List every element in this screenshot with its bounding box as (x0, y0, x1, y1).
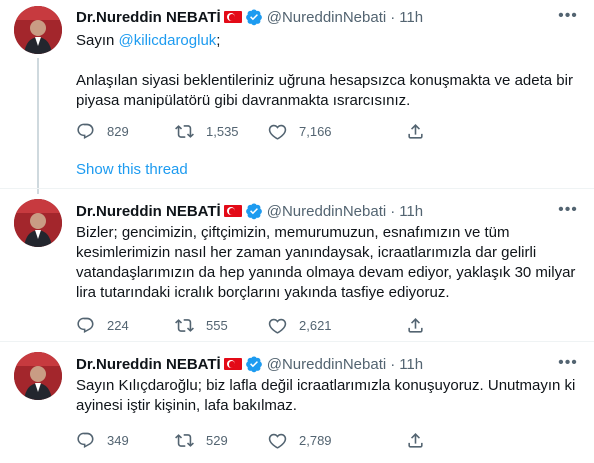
reply-button[interactable]: 829 (76, 122, 129, 141)
show-thread-link[interactable]: Show this thread (76, 161, 188, 178)
share-button[interactable] (406, 431, 425, 450)
separator-dot: · (390, 202, 396, 220)
timestamp[interactable]: 11h (399, 203, 423, 220)
more-icon[interactable]: ••• (558, 202, 578, 224)
retweet-count: 1,535 (206, 123, 239, 139)
retweet-button[interactable]: 1,535 (175, 122, 239, 141)
retweet-icon (175, 433, 194, 447)
tweet-text: Sayın Kılıçdaroğlu; biz lafla değil icra… (76, 377, 576, 414)
like-button[interactable]: 2,621 (268, 316, 332, 335)
share-icon (408, 432, 423, 448)
separator-dot: · (390, 8, 396, 26)
like-button[interactable]: 7,166 (268, 122, 332, 141)
reply-count: 349 (107, 432, 129, 448)
tweet-header: Dr.Nureddin NEBATİ @NureddinNebati · 11h (76, 354, 423, 374)
author-name[interactable]: Dr.Nureddin NEBATİ (76, 203, 221, 220)
verified-badge-icon (245, 356, 262, 373)
tweet-text: Sayın @kilicdarogluk; Anlaşılan siyasi b… (76, 31, 576, 111)
tweet[interactable]: Dr.Nureddin NEBATİ @NureddinNebati · 11h… (0, 342, 594, 463)
reply-icon (77, 432, 94, 448)
turkey-flag-icon (223, 205, 242, 217)
author-handle[interactable]: @NureddinNebati (267, 203, 386, 220)
text-suffix: ; (216, 32, 221, 49)
tweet[interactable]: Dr.Nureddin NEBATİ @NureddinNebati · 11h… (0, 0, 594, 200)
reply-count: 829 (107, 123, 129, 139)
mention-link[interactable]: @kilicdarogluk (119, 32, 217, 49)
retweet-button[interactable]: 555 (175, 316, 228, 335)
timestamp[interactable]: 11h (399, 356, 423, 373)
author-name[interactable]: Dr.Nureddin NEBATİ (76, 9, 221, 26)
retweet-icon (175, 318, 194, 332)
text-prefix: Sayın (76, 32, 119, 49)
heart-icon (268, 433, 287, 449)
more-icon[interactable]: ••• (558, 355, 578, 377)
avatar[interactable] (14, 6, 62, 54)
heart-icon (268, 124, 287, 140)
like-count: 7,166 (299, 123, 332, 139)
tweet[interactable]: Dr.Nureddin NEBATİ @NureddinNebati · 11h… (0, 189, 594, 339)
share-icon (408, 317, 423, 333)
tweet-actions: 349 529 2,789 (76, 430, 436, 450)
turkey-flag-icon (223, 358, 242, 370)
separator-dot: · (390, 355, 396, 373)
share-icon (408, 123, 423, 139)
verified-badge-icon (245, 9, 262, 26)
tweet-header: Dr.Nureddin NEBATİ @NureddinNebati · 11h (76, 7, 423, 27)
reply-button[interactable]: 224 (76, 316, 129, 335)
reply-icon (77, 317, 94, 333)
tweet-paragraph: Anlaşılan siyasi beklentileriniz uğruna … (76, 72, 573, 109)
tweet-actions: 829 1,535 7,166 (76, 121, 436, 141)
retweet-count: 555 (206, 317, 228, 333)
share-button[interactable] (406, 122, 425, 141)
reply-icon (77, 123, 94, 139)
verified-badge-icon (245, 203, 262, 220)
tweet-actions: 224 555 2,621 (76, 315, 436, 335)
heart-icon (268, 318, 287, 334)
retweet-count: 529 (206, 432, 228, 448)
retweet-icon (175, 124, 194, 138)
timestamp[interactable]: 11h (399, 9, 423, 26)
like-button[interactable]: 2,789 (268, 431, 332, 450)
share-button[interactable] (406, 316, 425, 335)
retweet-button[interactable]: 529 (175, 431, 228, 450)
like-count: 2,621 (299, 317, 332, 333)
more-icon[interactable]: ••• (558, 8, 578, 30)
tweet-text: Bizler; gencimizin, çiftçimizin, memurum… (76, 224, 576, 301)
tweet-header: Dr.Nureddin NEBATİ @NureddinNebati · 11h (76, 201, 423, 221)
like-count: 2,789 (299, 432, 332, 448)
author-handle[interactable]: @NureddinNebati (267, 9, 386, 26)
reply-button[interactable]: 349 (76, 431, 129, 450)
author-name[interactable]: Dr.Nureddin NEBATİ (76, 356, 221, 373)
avatar[interactable] (14, 199, 62, 247)
thread-line (37, 58, 39, 194)
avatar[interactable] (14, 352, 62, 400)
turkey-flag-icon (223, 11, 242, 23)
reply-count: 224 (107, 317, 129, 333)
author-handle[interactable]: @NureddinNebati (267, 356, 386, 373)
